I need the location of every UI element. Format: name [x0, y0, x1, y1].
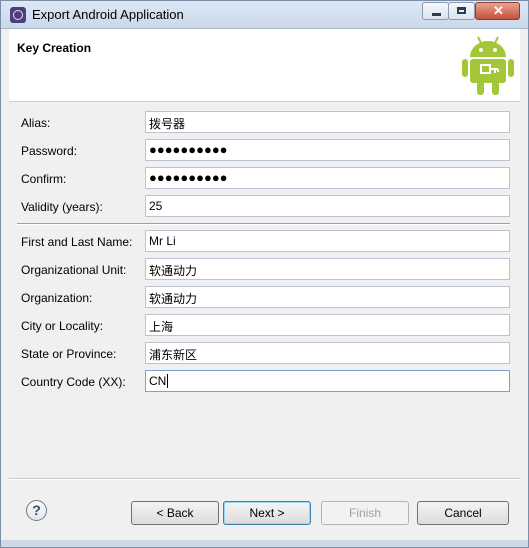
export-dialog-window: Export Android Application ✕ Key Creatio…	[0, 0, 529, 548]
organization-label: Organization:	[21, 291, 93, 305]
close-icon: ✕	[493, 3, 504, 18]
organizational-unit-field[interactable]: 软通动力	[145, 258, 510, 280]
alias-field[interactable]: 拨号器	[145, 111, 510, 133]
form-area: Alias: 拨号器 Password: ●●●●●●●●●● Confirm:…	[9, 102, 520, 477]
organization-field[interactable]: 软通动力	[145, 286, 510, 308]
page-title: Key Creation	[17, 41, 92, 55]
title-bar[interactable]: Export Android Application ✕	[1, 1, 528, 29]
close-button[interactable]: ✕	[475, 2, 520, 20]
separator	[17, 223, 510, 225]
country-code-value: CN	[149, 374, 167, 388]
back-button[interactable]: < Back	[131, 501, 219, 525]
first-last-name-field[interactable]: Mr Li	[145, 230, 510, 252]
maximize-button[interactable]	[448, 2, 475, 20]
button-bar-separator	[9, 478, 520, 480]
next-button[interactable]: Next >	[223, 501, 311, 525]
validity-label: Validity (years):	[21, 200, 103, 214]
finish-button[interactable]: Finish	[321, 501, 409, 525]
country-code-field[interactable]: CN	[145, 370, 510, 392]
country-code-label: Country Code (XX):	[21, 375, 126, 389]
eclipse-icon	[10, 7, 26, 23]
wizard-header: Key Creation	[9, 29, 520, 102]
help-button[interactable]: ?	[26, 500, 47, 521]
confirm-label: Confirm:	[21, 172, 67, 186]
org-unit-label: Organizational Unit:	[21, 263, 127, 277]
maximize-icon	[457, 7, 466, 14]
city-label: City or Locality:	[21, 319, 104, 333]
window-title: Export Android Application	[32, 7, 184, 22]
confirm-password-field[interactable]: ●●●●●●●●●●	[145, 167, 510, 189]
android-robot-icon	[462, 36, 514, 95]
cancel-button[interactable]: Cancel	[417, 501, 509, 525]
city-field[interactable]: 上海	[145, 314, 510, 336]
password-label: Password:	[21, 144, 78, 158]
window-frame-bottom	[1, 540, 528, 547]
state-field[interactable]: 浦东新区	[145, 342, 510, 364]
state-label: State or Province:	[21, 347, 117, 361]
alias-label: Alias:	[21, 116, 51, 130]
validity-field[interactable]: 25	[145, 195, 510, 217]
password-field[interactable]: ●●●●●●●●●●	[145, 139, 510, 161]
name-label: First and Last Name:	[21, 235, 133, 249]
minimize-button[interactable]	[422, 2, 449, 20]
text-caret	[167, 374, 169, 388]
minimize-icon	[432, 13, 441, 16]
